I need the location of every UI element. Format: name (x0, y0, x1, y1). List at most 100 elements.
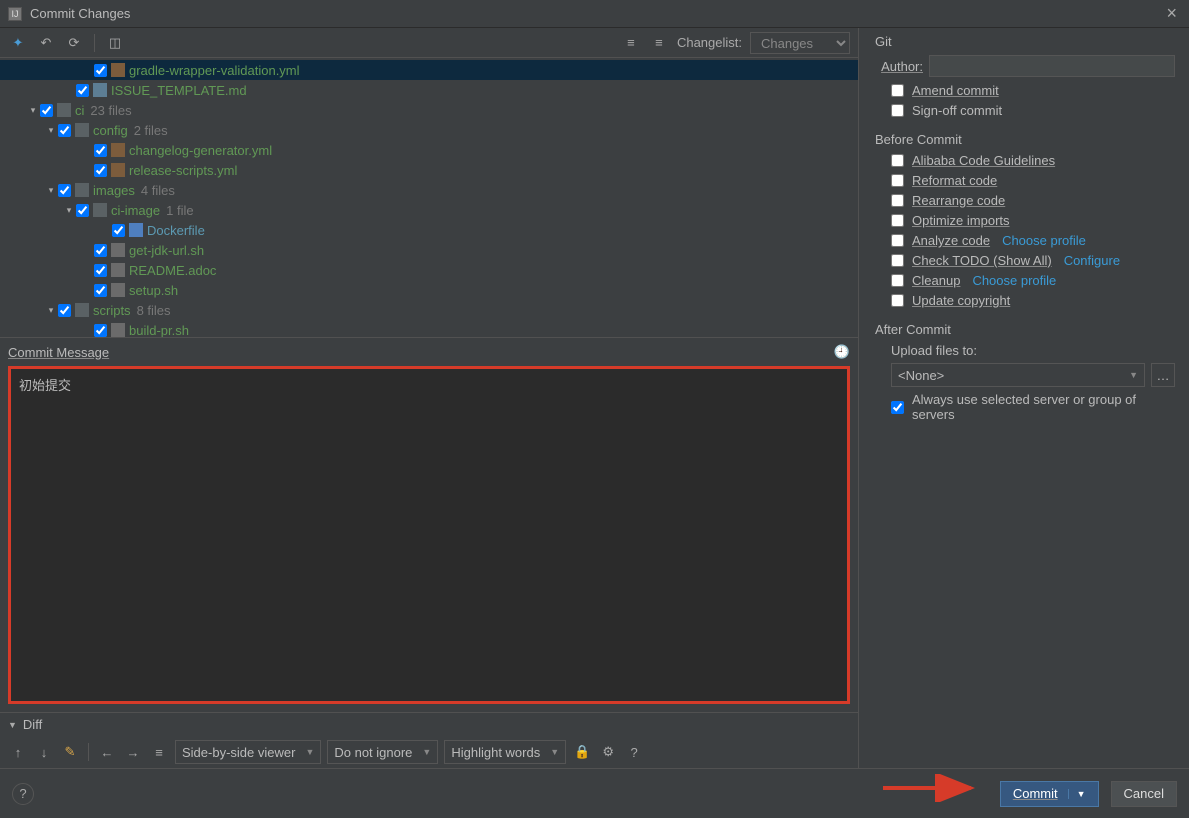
highlight-select[interactable]: Highlight words▼ (444, 740, 566, 764)
settings-icon[interactable]: ⚙ (598, 742, 618, 762)
tree-node[interactable]: Dockerfile (0, 220, 858, 240)
always-use-checkbox[interactable] (891, 401, 904, 414)
file-name[interactable]: changelog-generator.yml (129, 143, 272, 158)
file-checkbox[interactable] (76, 204, 89, 217)
refresh-icon[interactable]: ⟳ (64, 33, 84, 53)
file-checkbox[interactable] (112, 224, 125, 237)
tree-node[interactable]: ▾ scripts 8 files (0, 300, 858, 320)
file-name[interactable]: ci-image (111, 203, 160, 218)
chevron-down-icon: ▼ (8, 720, 17, 730)
prev-diff-icon[interactable]: ↑ (8, 742, 28, 762)
check-link[interactable]: Choose profile (1002, 233, 1086, 248)
before-commit-checkbox[interactable] (891, 174, 904, 187)
file-checkbox[interactable] (94, 64, 107, 77)
file-checkbox[interactable] (58, 124, 71, 137)
chevron-down-icon[interactable]: ▾ (44, 305, 58, 316)
diff-header[interactable]: ▼ Diff (0, 712, 858, 736)
undo-icon[interactable]: ↶ (36, 33, 56, 53)
file-checkbox[interactable] (94, 284, 107, 297)
next-diff-icon[interactable]: ↓ (34, 742, 54, 762)
before-commit-label: Alibaba Code Guidelines (912, 153, 1055, 168)
tree-node[interactable]: setup.sh (0, 280, 858, 300)
file-count: 8 files (137, 303, 171, 318)
expand-icon[interactable]: ≡ (621, 33, 641, 53)
file-checkbox[interactable] (58, 184, 71, 197)
back-icon[interactable]: ← (97, 742, 117, 762)
file-name[interactable]: setup.sh (129, 283, 178, 298)
tree-node[interactable]: build-pr.sh (0, 320, 858, 338)
list-icon[interactable]: ≡ (149, 742, 169, 762)
chevron-down-icon[interactable]: ▾ (44, 125, 58, 136)
before-commit-checkbox[interactable] (891, 154, 904, 167)
file-name[interactable]: release-scripts.yml (129, 163, 237, 178)
forward-icon[interactable]: → (123, 742, 143, 762)
tree-node[interactable]: README.adoc (0, 260, 858, 280)
tree-node[interactable]: ▾config2 files (0, 120, 858, 140)
help-icon[interactable]: ? (624, 742, 644, 762)
file-name[interactable]: Dockerfile (147, 223, 205, 238)
chevron-down-icon[interactable]: ▾ (44, 185, 58, 196)
history-icon[interactable]: 🕘 (834, 344, 850, 360)
file-checkbox[interactable] (94, 244, 107, 257)
file-name[interactable]: config (93, 123, 128, 138)
file-checkbox[interactable] (94, 324, 107, 337)
before-commit-checkbox[interactable] (891, 194, 904, 207)
chevron-down-icon[interactable]: ▾ (62, 205, 76, 216)
before-commit-checkbox[interactable] (891, 274, 904, 287)
before-commit-checkbox[interactable] (891, 214, 904, 227)
upload-select[interactable]: <None>▼ (891, 363, 1145, 387)
before-commit-checkbox[interactable] (891, 294, 904, 307)
file-name[interactable]: gradle-wrapper-validation.yml (129, 63, 300, 78)
file-name[interactable]: README.adoc (129, 263, 216, 278)
author-input[interactable] (929, 55, 1175, 77)
upload-more-button[interactable]: … (1151, 363, 1175, 387)
close-icon[interactable]: × (1162, 3, 1181, 24)
collapse-icon[interactable]: ≡ (649, 33, 669, 53)
file-name[interactable]: get-jdk-url.sh (129, 243, 204, 258)
file-checkbox[interactable] (94, 164, 107, 177)
file-checkbox[interactable] (94, 264, 107, 277)
git-section: Git (875, 34, 1175, 49)
file-checkbox[interactable] (94, 144, 107, 157)
file-name[interactable]: scripts (93, 303, 131, 318)
file-name[interactable]: ci (75, 103, 84, 118)
before-commit-checkbox[interactable] (891, 234, 904, 247)
diff-icon[interactable]: ✦ (8, 33, 28, 53)
signoff-label: Sign-off commit (912, 103, 1002, 118)
file-tree[interactable]: gradle-wrapper-validation.yml ISSUE_TEMPL… (0, 58, 858, 338)
tree-node[interactable]: release-scripts.yml (0, 160, 858, 180)
file-name[interactable]: build-pr.sh (129, 323, 189, 338)
changelist-select[interactable]: Changes (750, 32, 850, 54)
tree-node[interactable]: ▾ci-image1 file (0, 200, 858, 220)
changes-toolbar: ✦ ↶ ⟳ ◫ ≡ ≡ Changelist: Changes (0, 28, 858, 58)
cancel-button[interactable]: Cancel (1111, 781, 1177, 807)
file-name[interactable]: ISSUE_TEMPLATE.md (111, 83, 247, 98)
file-name[interactable]: images (93, 183, 135, 198)
amend-checkbox[interactable] (891, 84, 904, 97)
before-commit-checkbox[interactable] (891, 254, 904, 267)
tree-node[interactable]: ISSUE_TEMPLATE.md (0, 80, 858, 100)
tree-node[interactable]: get-jdk-url.sh (0, 240, 858, 260)
file-checkbox[interactable] (76, 84, 89, 97)
file-checkbox[interactable] (40, 104, 53, 117)
tree-node[interactable]: gradle-wrapper-validation.yml (0, 60, 858, 80)
commit-message-input[interactable]: 初始提交 (13, 371, 845, 699)
tree-node[interactable]: ▾ci23 files (0, 100, 858, 120)
commit-button[interactable]: Commit▼ (1000, 781, 1099, 807)
help-button[interactable]: ? (12, 783, 34, 805)
title-bar: IJ Commit Changes × (0, 0, 1189, 28)
tree-node[interactable]: ▾images4 files (0, 180, 858, 200)
chevron-down-icon[interactable]: ▾ (26, 105, 40, 116)
lock-icon[interactable]: 🔒 (572, 742, 592, 762)
group-icon[interactable]: ◫ (105, 33, 125, 53)
ignore-select[interactable]: Do not ignore▼ (327, 740, 438, 764)
separator (94, 34, 95, 52)
check-link[interactable]: Configure (1064, 253, 1120, 268)
check-link[interactable]: Choose profile (972, 273, 1056, 288)
viewer-mode-select[interactable]: Side-by-side viewer▼ (175, 740, 321, 764)
highlight-icon[interactable]: ✎ (60, 742, 80, 762)
file-yml-icon (111, 63, 125, 77)
signoff-checkbox[interactable] (891, 104, 904, 117)
tree-node[interactable]: changelog-generator.yml (0, 140, 858, 160)
file-checkbox[interactable] (58, 304, 71, 317)
